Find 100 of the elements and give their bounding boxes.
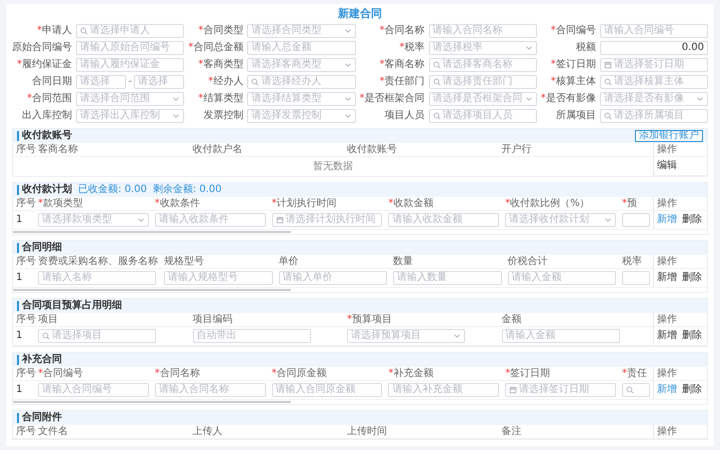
required-mark: * — [360, 93, 364, 105]
input-field[interactable]: 请输入规格型号 — [164, 271, 272, 285]
input-field[interactable]: 请输入原始合同编号 — [76, 41, 184, 55]
input-field[interactable]: 自动带出 — [192, 329, 310, 343]
column-header: 操作 — [657, 256, 677, 268]
field-label: 税率 — [404, 42, 424, 54]
input-field[interactable]: 请输入合同名称 — [154, 383, 266, 397]
select-field[interactable]: 请选择预算项目 — [347, 329, 465, 343]
column-header: 序号 — [16, 368, 36, 380]
input-field[interactable]: 请输入合同编号 — [38, 383, 149, 397]
required-mark: * — [622, 368, 627, 380]
date-field[interactable]: 请选择 — [76, 75, 126, 89]
required-mark: * — [38, 368, 43, 380]
required-mark: * — [27, 93, 32, 105]
column-header: 文件名 — [38, 426, 68, 438]
row-action-link[interactable]: 新增 — [657, 384, 677, 396]
row-action-link[interactable]: 删除 — [682, 272, 702, 284]
column-header: 上传人 — [192, 426, 222, 438]
search-field[interactable]: 请选择项目 — [38, 329, 156, 343]
search-icon — [432, 61, 440, 69]
input-field[interactable]: 0.00 — [600, 41, 708, 55]
select-field[interactable]: 请选择合同范围 — [76, 92, 184, 106]
required-mark: * — [550, 59, 556, 71]
required-mark: * — [505, 198, 510, 210]
column-header: 项目编码 — [192, 314, 232, 326]
column-header: 序号 — [16, 198, 36, 210]
date-field[interactable]: 请选择签订日期 — [600, 58, 708, 72]
required-mark: * — [540, 93, 546, 105]
row-action-link[interactable]: 新增 — [657, 214, 677, 226]
required-mark: * — [154, 198, 160, 210]
column-header: 税率 — [622, 256, 642, 268]
input-field[interactable] — [622, 271, 650, 285]
search-icon — [604, 112, 612, 120]
edit-link[interactable]: 编辑 — [657, 160, 677, 172]
scrollbar-thumb[interactable] — [13, 289, 291, 291]
row-number: 1 — [16, 214, 22, 226]
required-mark: * — [388, 368, 394, 380]
required-mark: * — [272, 368, 277, 380]
field-label: 合同编号 — [556, 25, 596, 37]
select-field[interactable]: 请选择结算类型 — [247, 92, 356, 106]
date-field[interactable]: 请选择签订日期 — [505, 383, 616, 397]
required-mark: * — [38, 198, 43, 210]
search-field[interactable] — [622, 383, 650, 397]
input-field[interactable]: 请输入履约保证金 — [76, 58, 184, 72]
row-number: 1 — [16, 330, 22, 342]
column-header: 资费或采购名称、服务名称 — [38, 256, 158, 268]
date-field[interactable]: 请选择 — [134, 75, 184, 89]
column-header: 操作 — [657, 426, 677, 438]
field-label: 合同名称 — [384, 25, 424, 37]
required-mark: * — [37, 25, 42, 37]
input-field[interactable]: 请输入数量 — [393, 271, 502, 285]
scrollbar-thumb[interactable] — [13, 231, 291, 233]
scrollbar-thumb[interactable] — [13, 401, 291, 403]
column-header: 金额 — [502, 314, 522, 326]
column-header: 预 — [627, 198, 637, 210]
input-field[interactable]: 请输入名称 — [38, 271, 156, 285]
required-mark: * — [380, 25, 384, 37]
required-mark: * — [208, 76, 214, 88]
select-field[interactable]: 请选择合同类型 — [247, 24, 356, 38]
select-field[interactable]: 请选择收付款计划 — [505, 213, 616, 227]
input-field[interactable]: 请输入合同名称 — [428, 24, 537, 38]
search-field[interactable]: 请选择所属项目 — [600, 109, 708, 123]
section-title: 收付款计划 — [17, 185, 72, 195]
input-field[interactable]: 请输入收款条件 — [154, 213, 266, 227]
required-mark: * — [188, 42, 194, 54]
search-icon — [432, 78, 440, 86]
required-mark: * — [154, 368, 160, 380]
row-action-link[interactable]: 删除 — [682, 214, 702, 226]
search-icon — [251, 78, 260, 86]
required-mark: * — [400, 42, 404, 54]
field-label: 合同类型 — [203, 25, 244, 37]
field-label: 核算主体 — [556, 76, 596, 88]
date-field[interactable]: 请选择计划执行时间 — [272, 213, 382, 227]
row-action-link[interactable]: 新增 — [657, 272, 677, 284]
input-field[interactable]: 请输入单价 — [278, 271, 387, 285]
row-action-link[interactable]: 新增 — [657, 330, 677, 342]
field-label: 签订日期 — [556, 59, 596, 71]
row-action-link[interactable]: 删除 — [682, 384, 702, 396]
input-field[interactable]: 请输入合同编号 — [600, 24, 708, 38]
search-field[interactable]: 请选择经办人 — [247, 75, 356, 89]
input-field[interactable] — [622, 213, 650, 227]
column-header: 单价 — [278, 256, 298, 268]
search-field[interactable]: 请选择项目人员 — [428, 109, 537, 123]
row-action-link[interactable]: 删除 — [682, 330, 702, 342]
chevron-down-icon — [696, 95, 704, 103]
field-label: 所属项目 — [556, 110, 596, 122]
required-mark: * — [622, 198, 627, 210]
range-separator: - — [128, 76, 132, 88]
chevron-down-icon — [524, 44, 533, 52]
column-header: 序号 — [16, 144, 36, 156]
section-title: 合同明细 — [17, 243, 62, 253]
select-field[interactable]: 请选择发票控制 — [247, 109, 356, 123]
required-mark: * — [347, 314, 352, 326]
select-field[interactable]: 请选择是否有影像 — [600, 92, 708, 106]
summary-amount: 剩余金额: 0.00 — [152, 184, 222, 196]
search-field[interactable]: 请选择申请人 — [76, 24, 184, 38]
select-field[interactable]: 请选择是否框架合同 — [428, 92, 537, 106]
select-field[interactable]: 请选择款项类型 — [38, 213, 149, 227]
field-label: 合同范围 — [32, 93, 72, 105]
column-header: 上传时间 — [347, 426, 387, 438]
